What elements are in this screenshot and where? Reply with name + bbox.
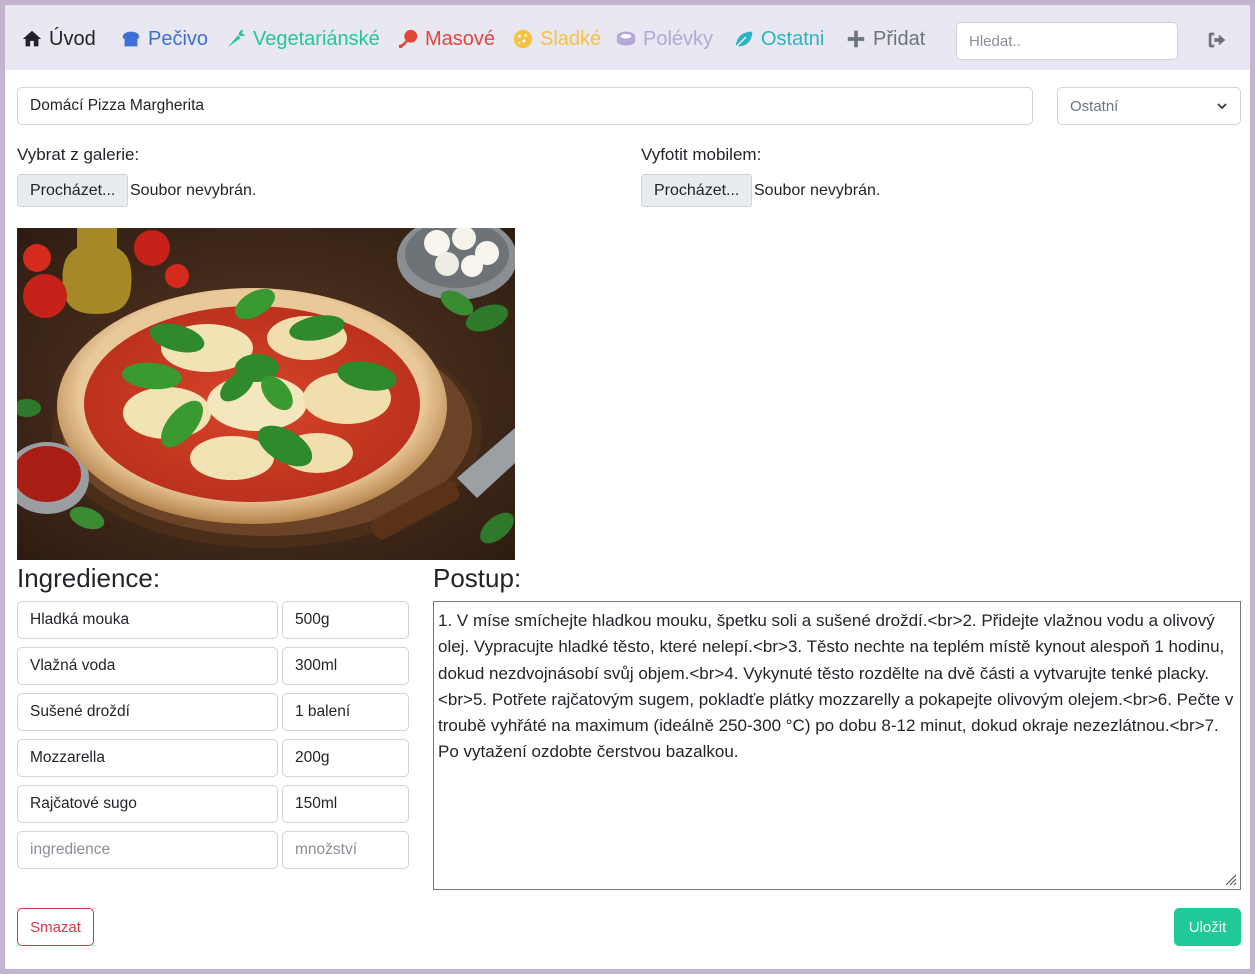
nav-label: Sladké [540,27,602,50]
chevron-down-icon [1217,103,1227,110]
nav-label: Přidat [873,27,926,50]
ingredients-heading: Ingredience: [17,563,161,593]
new-ingredient-amount-input[interactable] [282,831,409,869]
delete-button[interactable]: Smazat [17,908,94,946]
nav-item-polevky[interactable]: Polévky [615,25,713,53]
plus-icon [847,30,865,48]
nav-item-ostatni[interactable]: Ostatni [733,25,824,53]
nav-item-sladke[interactable]: Sladké [512,25,601,53]
soup-icon [616,31,636,46]
new-ingredient-name-input[interactable] [17,831,278,869]
sign-out-icon[interactable] [1206,29,1228,51]
nav-label: Úvod [49,27,96,50]
nav-item-home[interactable]: Úvod [21,25,96,53]
save-button[interactable]: Uložit [1174,908,1241,946]
search-input[interactable] [956,22,1178,60]
navbar: Úvod Pečivo Vegetariánské Masové Sladké … [5,5,1250,70]
leaf-icon [735,31,753,48]
ingredient-amount-field[interactable]: 300ml [282,647,409,685]
gallery-browse-button[interactable]: Procházet... [17,174,129,207]
ingredient-name-field[interactable]: Vlažná voda [17,647,278,685]
nav-item-pecivo[interactable]: Pečivo [120,25,208,53]
recipe-title-input[interactable] [17,87,1033,125]
category-selected-value: Ostatní [1070,97,1119,115]
carrot-icon [227,29,246,48]
cookie-icon [513,29,533,49]
ingredient-name-field[interactable]: Rajčatové sugo [17,785,278,823]
drumstick-icon [398,29,418,49]
ingredient-amount-field[interactable]: 200g [282,739,409,777]
nav-label: Polévky [643,27,714,50]
camera-browse-button[interactable]: Procházet... [641,174,753,207]
resize-grip-icon[interactable] [1223,872,1237,886]
nav-label: Masové [425,27,496,50]
gallery-file-status: Soubor nevybrán. [130,182,257,199]
procedure-textarea[interactable]: 1. V míse smíchejte hladkou mouku, špetk… [433,601,1241,890]
ingredient-name-field[interactable]: Hladká mouka [17,601,278,639]
category-select[interactable]: Ostatní [1057,87,1241,125]
nav-label: Pečivo [148,27,209,50]
ingredient-name-field[interactable]: Sušené droždí [17,693,278,731]
ingredient-amount-field[interactable]: 500g [282,601,409,639]
camera-label: Vyfotit mobilem: [641,145,762,164]
nav-item-pridat[interactable]: Přidat [845,25,925,53]
nav-label: Ostatni [761,27,825,50]
recipe-photo [17,228,515,560]
camera-file-status: Soubor nevybrán. [754,182,881,199]
ingredient-amount-field[interactable]: 150ml [282,785,409,823]
ingredient-amount-field[interactable]: 1 balení [282,693,409,731]
gallery-label: Vybrat z galerie: [17,145,140,164]
nav-item-masove[interactable]: Masové [397,25,495,53]
nav-label: Vegetariánské [253,27,380,50]
ingredient-name-field[interactable]: Mozzarella [17,739,278,777]
home-icon [22,30,42,47]
app-window: Úvod Pečivo Vegetariánské Masové Sladké … [5,5,1250,969]
nav-item-vegetarianske[interactable]: Vegetariánské [225,25,380,53]
procedure-heading: Postup: [433,563,522,593]
bread-icon [122,31,140,47]
